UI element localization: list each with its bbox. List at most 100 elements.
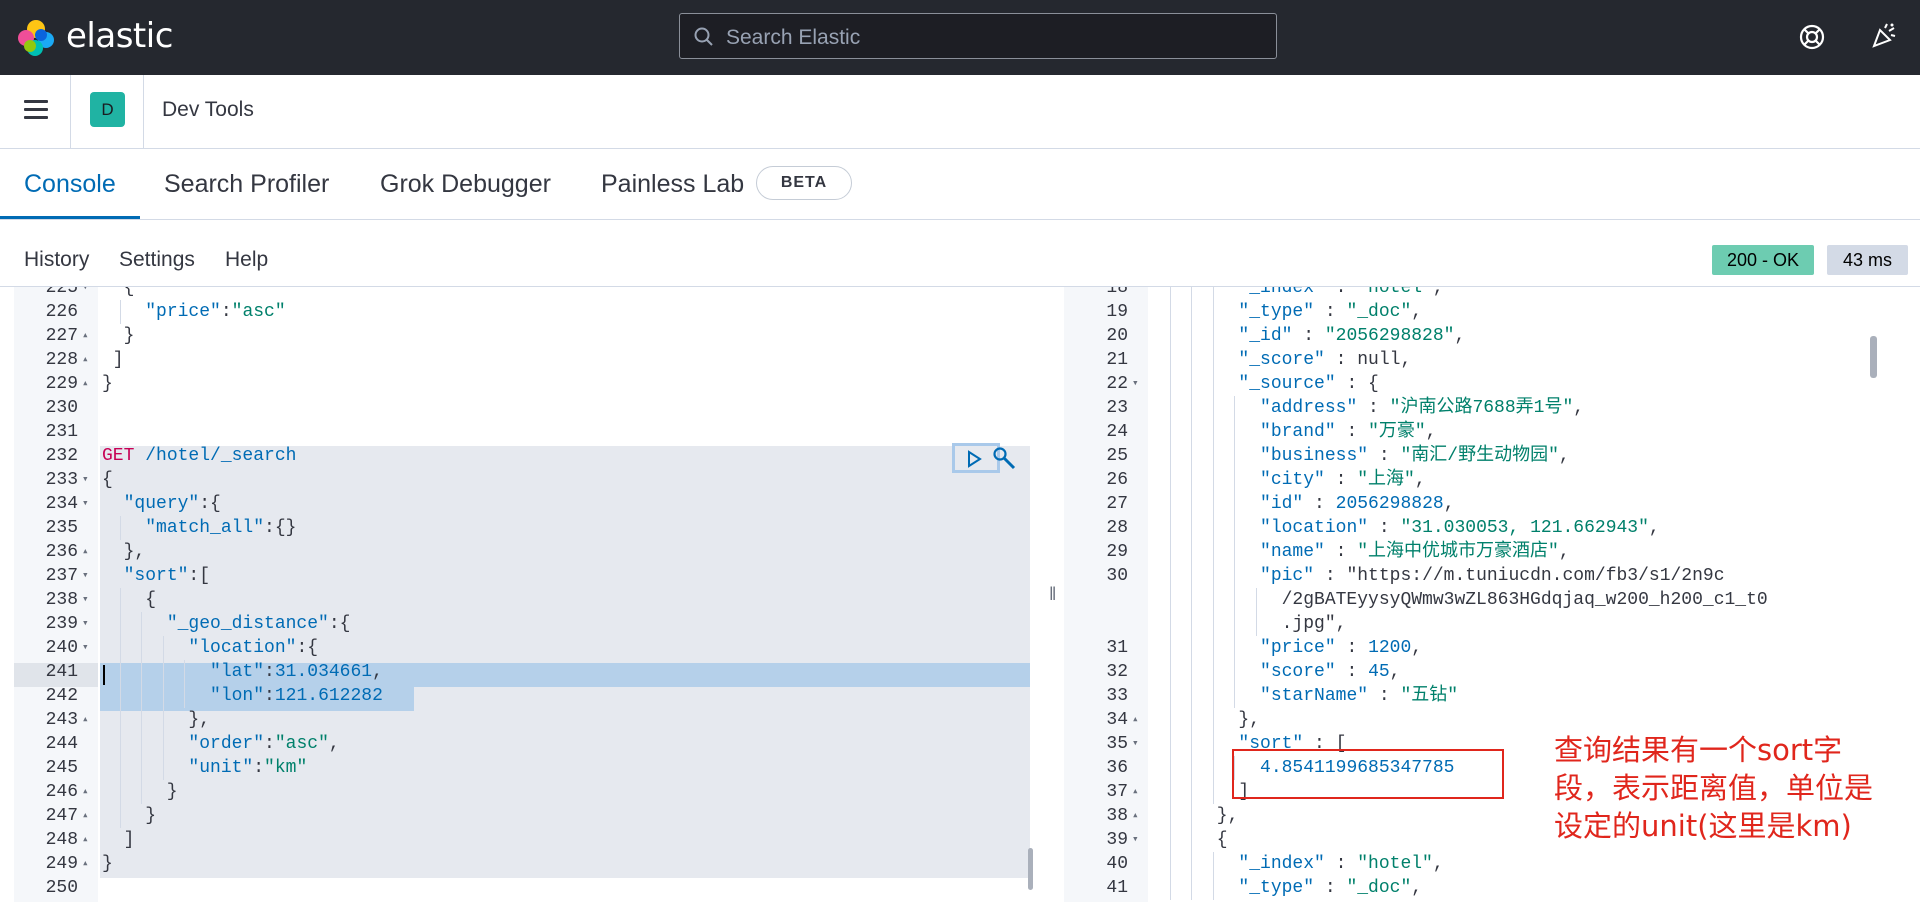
response-time-badge: 43 ms bbox=[1827, 245, 1908, 275]
code-line: 227 ▴ } bbox=[14, 324, 1044, 348]
tab-console[interactable]: Console bbox=[24, 170, 116, 199]
settings-link[interactable]: Settings bbox=[119, 248, 195, 272]
code-text: "_type" : "_doc", bbox=[1238, 302, 1423, 322]
line-number: 241 bbox=[45, 662, 78, 682]
fold-toggle-icon[interactable]: ▾ bbox=[1132, 732, 1139, 756]
fold-toggle-icon[interactable]: ▾ bbox=[82, 636, 89, 660]
line-number: 24 bbox=[1106, 422, 1128, 442]
code-line: 40 "_index" : "hotel", bbox=[1064, 852, 1890, 876]
code-line: 249 ▴} bbox=[14, 852, 1044, 876]
code-text: "name" : "上海中优城市万豪酒店", bbox=[1260, 542, 1570, 562]
code-line: 239 ▾ "_geo_distance":{ bbox=[14, 612, 1044, 636]
line-number: 33 bbox=[1106, 686, 1128, 706]
line-number: 227 bbox=[45, 326, 78, 346]
editor-scrollbar[interactable] bbox=[1028, 848, 1033, 890]
newsfeed-icon[interactable] bbox=[1870, 22, 1898, 55]
lifebuoy-icon[interactable] bbox=[1799, 24, 1825, 55]
line-number: 28 bbox=[1106, 518, 1128, 538]
search-placeholder: Search Elastic bbox=[726, 26, 861, 49]
fold-toggle-icon[interactable]: ▴ bbox=[82, 348, 89, 372]
panel-resizer-handle[interactable]: ‖ bbox=[1049, 584, 1063, 606]
code-text: "_index" : "hotel", bbox=[1238, 287, 1444, 298]
play-icon bbox=[968, 450, 982, 468]
code-line: 28 "location" : "31.030053, 121.662943", bbox=[1064, 516, 1890, 540]
line-number: 29 bbox=[1106, 542, 1128, 562]
fold-toggle-icon[interactable]: ▴ bbox=[82, 804, 89, 828]
line-number: 246 bbox=[45, 782, 78, 802]
output-scrollbar[interactable] bbox=[1870, 336, 1877, 378]
global-search-input[interactable]: Search Elastic bbox=[679, 13, 1277, 59]
code-text: "starName" : "五钻" bbox=[1260, 686, 1459, 706]
breadcrumb-bar bbox=[0, 75, 1920, 149]
line-number: 23 bbox=[1106, 398, 1128, 418]
tab-grok-debugger[interactable]: Grok Debugger bbox=[380, 170, 551, 199]
code-text: "order":"asc", bbox=[188, 734, 340, 754]
fold-toggle-icon[interactable]: ▾ bbox=[1132, 372, 1139, 396]
code-text: "city" : "上海", bbox=[1260, 470, 1426, 490]
line-number: 243 bbox=[45, 710, 78, 730]
fold-toggle-icon[interactable]: ▴ bbox=[1132, 708, 1139, 732]
code-text: "price" : 1200, bbox=[1260, 638, 1423, 658]
code-text: }, bbox=[102, 710, 211, 730]
line-number: 225 bbox=[45, 287, 78, 298]
code-text: }, bbox=[102, 542, 146, 562]
code-line: 23 "address" : "沪南公路7688弄1号", bbox=[1064, 396, 1890, 420]
fold-toggle-icon[interactable]: ▴ bbox=[82, 708, 89, 732]
line-number: 37 bbox=[1106, 782, 1128, 802]
line-number: 235 bbox=[45, 518, 78, 538]
code-line: 238 ▾ { bbox=[14, 588, 1044, 612]
fold-toggle-icon[interactable]: ▴ bbox=[82, 828, 89, 852]
fold-toggle-icon[interactable]: ▾ bbox=[82, 468, 89, 492]
line-number: 32 bbox=[1106, 662, 1128, 682]
line-number: 35 bbox=[1106, 734, 1128, 754]
fold-toggle-icon[interactable]: ▴ bbox=[1132, 804, 1139, 828]
code-text: "lon":121.612282 bbox=[210, 686, 383, 706]
fold-toggle-icon[interactable]: ▴ bbox=[82, 372, 89, 396]
code-text: "_index" : "hotel", bbox=[1238, 854, 1444, 874]
code-line: 225 ▾ { bbox=[14, 287, 1044, 300]
help-link[interactable]: Help bbox=[225, 248, 268, 272]
line-number: 40 bbox=[1106, 854, 1128, 874]
code-text: "_type" : "_doc", bbox=[1238, 878, 1423, 898]
code-text: GET /hotel/_search bbox=[102, 446, 297, 466]
fold-toggle-icon[interactable]: ▴ bbox=[82, 324, 89, 348]
request-editor[interactable]: 225 ▾ {226 "price":"asc" 227 ▴ } 228 ▴ ] 229 ▴}… bbox=[14, 287, 1044, 902]
fold-toggle-icon[interactable]: ▾ bbox=[1132, 828, 1139, 852]
fold-toggle-icon[interactable]: ▾ bbox=[82, 564, 89, 588]
fold-toggle-icon[interactable]: ▾ bbox=[82, 612, 89, 636]
fold-toggle-icon[interactable]: ▾ bbox=[82, 492, 89, 516]
line-number: 229 bbox=[45, 374, 78, 394]
fold-toggle-icon[interactable]: ▴ bbox=[82, 540, 89, 564]
code-line: 229 ▴} bbox=[14, 372, 1044, 396]
fold-toggle-icon[interactable]: ▾ bbox=[82, 588, 89, 612]
line-number: 242 bbox=[45, 686, 78, 706]
fold-toggle-icon[interactable]: ▾ bbox=[82, 287, 89, 300]
tab-search-profiler[interactable]: Search Profiler bbox=[164, 170, 329, 199]
code-text: .jpg", bbox=[1152, 614, 1347, 634]
elastic-logo-icon[interactable] bbox=[16, 18, 56, 58]
line-number: 38 bbox=[1106, 806, 1128, 826]
line-number: 30 bbox=[1106, 566, 1128, 586]
code-text: "_geo_distance":{ bbox=[166, 614, 351, 634]
code-line: 226 "price":"asc" bbox=[14, 300, 1044, 324]
code-line: 32 "score" : 45, bbox=[1064, 660, 1890, 684]
code-line: 34 ▴ }, bbox=[1064, 708, 1890, 732]
code-text: { bbox=[102, 470, 113, 490]
divider bbox=[70, 75, 71, 148]
hamburger-menu-icon[interactable] bbox=[24, 100, 48, 120]
code-text: /2gBATEyysyQWmw3wZL863HGdqjaq_w200_h200_… bbox=[1152, 590, 1768, 610]
history-link[interactable]: History bbox=[24, 248, 89, 272]
code-text: "location":{ bbox=[188, 638, 319, 658]
fold-toggle-icon[interactable]: ▴ bbox=[1132, 780, 1139, 804]
code-text: "brand" : "万豪", bbox=[1260, 422, 1437, 442]
elastic-logo-text[interactable]: elastic bbox=[66, 16, 173, 56]
code-text: "location" : "31.030053, 121.662943", bbox=[1260, 518, 1660, 538]
fold-toggle-icon[interactable]: ▴ bbox=[82, 852, 89, 876]
tab-painless-lab[interactable]: Painless Lab bbox=[601, 170, 744, 199]
line-number: 20 bbox=[1106, 326, 1128, 346]
fold-toggle-icon[interactable]: ▴ bbox=[82, 780, 89, 804]
code-text: "match_all":{} bbox=[145, 518, 297, 538]
code-text: ] bbox=[102, 830, 135, 850]
space-avatar[interactable]: D bbox=[90, 92, 125, 127]
wrench-icon[interactable] bbox=[992, 446, 1018, 477]
